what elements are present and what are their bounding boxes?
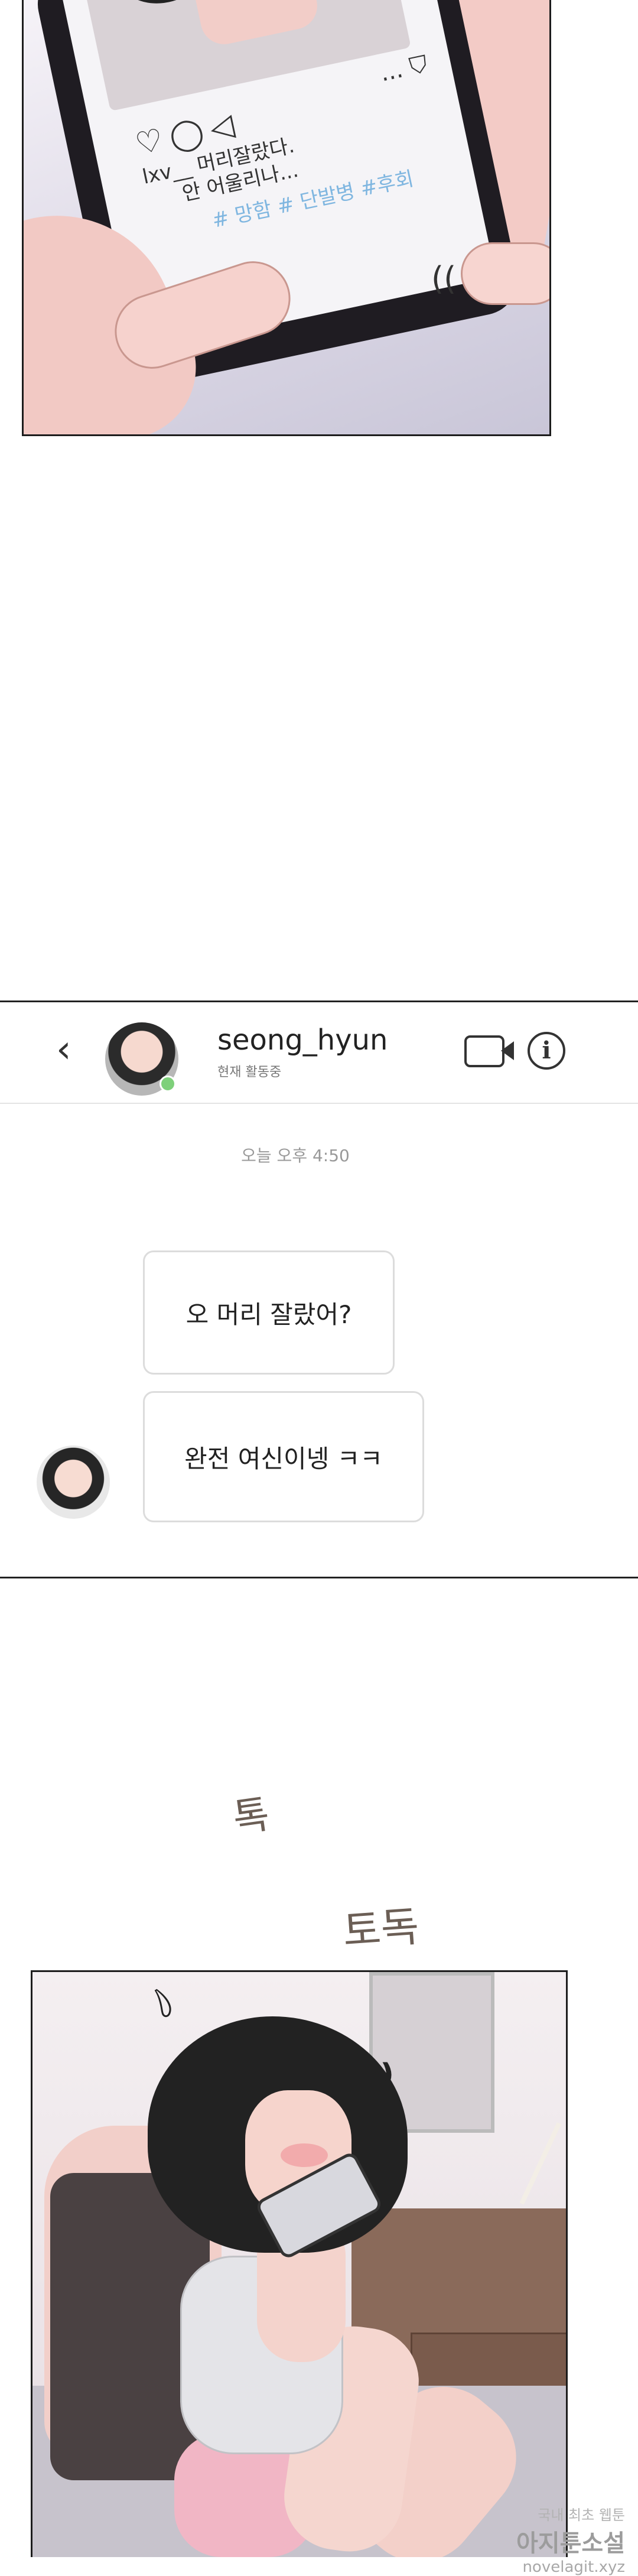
girl-blush xyxy=(281,2143,328,2167)
girl-on-bed-panel: ﹆ ❫ xyxy=(31,1970,568,2557)
message-bubble[interactable]: 완전 여신이넹 ㅋㅋ xyxy=(143,1391,424,1522)
tapping-finger xyxy=(461,242,549,305)
online-status-dot xyxy=(160,1076,176,1092)
phone-panel: ♡◯◁ ... ⛉ lxv__ 머리잘랐다. 안 어울리나... # 망함 # … xyxy=(22,0,551,436)
post-menu[interactable]: ... ⛉ xyxy=(377,50,430,87)
send-icon[interactable]: ◁ xyxy=(207,106,244,147)
watermark-line-3: novelagit.xyz xyxy=(522,2558,625,2576)
more-icon[interactable]: ... xyxy=(377,56,405,87)
message-bubble[interactable]: 오 머리 잘랐어? xyxy=(143,1250,395,1375)
back-arrow-icon[interactable]: ‹ xyxy=(56,1031,71,1068)
post-photo xyxy=(82,0,411,112)
emotion-marks-right: ❫ xyxy=(375,2058,399,2091)
photo-skin xyxy=(187,0,322,49)
video-call-icon[interactable] xyxy=(464,1035,514,1067)
sound-effect-todok: 토독 xyxy=(341,1902,421,1956)
info-icon[interactable]: i xyxy=(528,1032,565,1070)
sound-effect-tok: 톡 xyxy=(230,1791,272,1841)
video-lens-shape xyxy=(501,1041,514,1060)
tap-motion-lines: (( xyxy=(431,260,457,297)
watermark: 국내 최초 웹툰 아지툰소설 novelagit.xyz xyxy=(424,2503,625,2576)
dm-chat-panel: ‹ seong_hyun 현재 활동중 i 오늘 오후 4:50 오 머리 잘랐… xyxy=(0,1000,638,1578)
comment-icon[interactable]: ◯ xyxy=(166,112,214,155)
activity-status: 현재 활동중 xyxy=(217,1065,282,1080)
sender-avatar[interactable] xyxy=(37,1445,110,1519)
watermark-line-1: 국내 최초 웹툰 xyxy=(538,2507,625,2523)
watermark-line-2: 아지툰소설 xyxy=(516,2530,625,2557)
chat-header: ‹ seong_hyun 현재 활동중 i xyxy=(0,1002,638,1104)
chat-timestamp: 오늘 오후 4:50 xyxy=(241,1146,350,1165)
chat-username[interactable]: seong_hyun xyxy=(217,1024,388,1057)
bookmark-icon[interactable]: ⛉ xyxy=(407,50,430,80)
